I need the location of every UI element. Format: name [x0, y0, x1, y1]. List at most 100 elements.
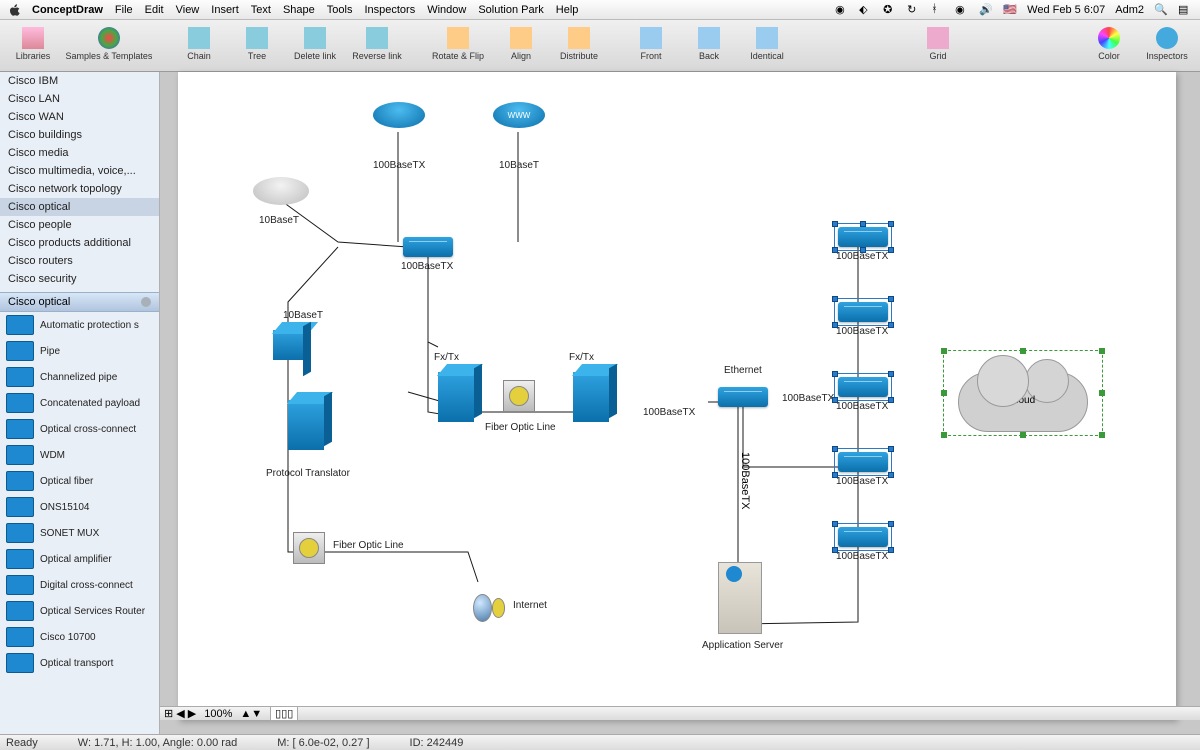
switch-stack-1[interactable]: 100BaseTX — [838, 227, 888, 247]
cat-row[interactable]: Cisco people — [0, 216, 159, 234]
menu-view[interactable]: View — [176, 4, 200, 16]
server-shape[interactable]: Application Server — [718, 562, 762, 634]
fx-box-1[interactable]: Fx/Tx — [438, 372, 474, 422]
fiber-junction-2[interactable]: Fiber Optic Line — [293, 532, 325, 564]
stencil-panel-header[interactable]: Cisco optical — [0, 292, 159, 312]
tb-reverse-link[interactable]: Reverse link — [346, 23, 408, 69]
cat-row[interactable]: Cisco multimedia, voice,... — [0, 162, 159, 180]
cat-row[interactable]: Cisco routers — [0, 252, 159, 270]
switch-eth-shape[interactable]: Ethernet100BaseTX100BaseTX — [718, 387, 768, 407]
scroll-controls[interactable]: ⊞ ◀ ▶ — [164, 707, 196, 720]
evernote-icon[interactable]: ✪ — [883, 3, 897, 17]
router-www-shape[interactable]: WWW10BaseT — [493, 102, 545, 128]
stencil-item[interactable]: WDM — [0, 442, 159, 468]
cat-row[interactable]: Cisco media — [0, 144, 159, 162]
bluetooth-icon[interactable]: ᚼ — [931, 3, 945, 17]
flag-icon[interactable]: 🇺🇸 — [1003, 3, 1017, 17]
stencil-icon — [6, 315, 34, 335]
tb-color[interactable]: Color — [1082, 23, 1136, 69]
app-name[interactable]: ConceptDraw — [32, 4, 103, 16]
menu-window[interactable]: Window — [427, 4, 466, 16]
cat-row[interactable]: Cisco WAN — [0, 108, 159, 126]
tb-grid[interactable]: Grid — [911, 23, 965, 69]
stencil-item[interactable]: Optical transport — [0, 650, 159, 676]
close-panel-icon[interactable] — [141, 297, 151, 307]
tb-distribute[interactable]: Distribute — [552, 23, 606, 69]
menu-text[interactable]: Text — [251, 4, 271, 16]
timemachine-icon[interactable]: ↻ — [907, 3, 921, 17]
tb-rotate-flip[interactable]: Rotate & Flip — [426, 23, 490, 69]
user-menu[interactable]: Adm2 — [1115, 4, 1144, 16]
stencil-item[interactable]: Concatenated payload — [0, 390, 159, 416]
tb-chain[interactable]: Chain — [172, 23, 226, 69]
cat-row[interactable]: Cisco buildings — [0, 126, 159, 144]
tb-delete-link[interactable]: Delete link — [288, 23, 342, 69]
cat-row[interactable]: Cisco LAN — [0, 90, 159, 108]
stencil-icon — [6, 549, 34, 569]
stencil-item[interactable]: ONS15104 — [0, 494, 159, 520]
cat-row[interactable]: Cisco products additional — [0, 234, 159, 252]
switch-stack-5[interactable]: 100BaseTX — [838, 527, 888, 547]
fx-box-2[interactable]: Fx/Tx — [573, 372, 609, 422]
menu-help[interactable]: Help — [556, 4, 579, 16]
fiber-junction-1[interactable]: Fiber Optic Line — [503, 380, 535, 412]
stencil-item[interactable]: Optical fiber — [0, 468, 159, 494]
spotlight-icon[interactable]: 🔍 — [1154, 3, 1168, 17]
stencil-list[interactable]: Automatic protection s Pipe Channelized … — [0, 312, 159, 734]
router-shape[interactable]: 100BaseTX — [373, 102, 425, 128]
drawing-page[interactable]: 100BaseTX WWW10BaseT 10BaseT 100BaseTX 1… — [178, 72, 1176, 720]
magnifier-shape[interactable]: 10BaseT — [273, 330, 303, 360]
tb-back[interactable]: Back — [682, 23, 736, 69]
stencil-item[interactable]: Pipe — [0, 338, 159, 364]
protocol-translator-shape[interactable]: Protocol Translator — [288, 400, 324, 450]
stencil-item[interactable]: SONET MUX — [0, 520, 159, 546]
menu-shape[interactable]: Shape — [283, 4, 315, 16]
stencil-item[interactable]: Automatic protection s — [0, 312, 159, 338]
dropbox-icon[interactable]: ⬖ — [859, 3, 873, 17]
cat-row[interactable]: Cisco optical — [0, 198, 159, 216]
apple-menu-icon[interactable] — [8, 3, 22, 17]
stencil-item[interactable]: Digital cross-connect — [0, 572, 159, 598]
menu-file[interactable]: File — [115, 4, 133, 16]
stencil-item[interactable]: Optical cross-connect — [0, 416, 159, 442]
stencil-item[interactable]: Channelized pipe — [0, 364, 159, 390]
page-tabs[interactable]: ▯▯▯ — [270, 706, 298, 721]
volume-icon[interactable]: 🔊 — [979, 3, 993, 17]
clock[interactable]: Wed Feb 5 6:07 — [1027, 4, 1105, 16]
menu-edit[interactable]: Edit — [145, 4, 164, 16]
stencil-icon — [6, 523, 34, 543]
menu-inspectors[interactable]: Inspectors — [364, 4, 415, 16]
zoom-stepper[interactable]: ▲▼ — [240, 708, 262, 720]
router-grey-shape[interactable]: 10BaseT — [253, 177, 309, 205]
notification-icon[interactable]: ▤ — [1178, 3, 1192, 17]
tb-front[interactable]: Front — [624, 23, 678, 69]
stencil-item[interactable]: Cisco 10700 — [0, 624, 159, 650]
globe-shape[interactable]: Internet — [473, 592, 505, 624]
switch-main-shape[interactable]: 100BaseTX — [403, 237, 453, 257]
cat-row[interactable]: Cisco network topology — [0, 180, 159, 198]
stencil-item[interactable]: Optical amplifier — [0, 546, 159, 572]
tb-identical[interactable]: Identical — [740, 23, 794, 69]
tb-samples-templates[interactable]: Samples & Templates — [64, 23, 154, 69]
tb-tree[interactable]: Tree — [230, 23, 284, 69]
cat-row[interactable]: Cisco IBM — [0, 72, 159, 90]
switch-stack-2[interactable]: 100BaseTX — [838, 302, 888, 322]
menu-solution-park[interactable]: Solution Park — [478, 4, 543, 16]
toolbar: Libraries Samples & Templates Chain Tree… — [0, 20, 1200, 72]
cloud-shape[interactable]: Cloud — [958, 372, 1088, 432]
stencil-item[interactable]: Optical Services Router — [0, 598, 159, 624]
stencil-icon — [6, 653, 34, 673]
menu-insert[interactable]: Insert — [211, 4, 239, 16]
menu-tools[interactable]: Tools — [327, 4, 353, 16]
tb-align[interactable]: Align — [494, 23, 548, 69]
library-category-list[interactable]: Cisco IBM Cisco LAN Cisco WAN Cisco buil… — [0, 72, 159, 292]
zoom-level[interactable]: 100% — [204, 708, 232, 720]
cat-row[interactable]: Cisco security — [0, 270, 159, 288]
tb-libraries[interactable]: Libraries — [6, 23, 60, 69]
sync-icon[interactable]: ◉ — [835, 3, 849, 17]
switch-stack-4[interactable]: 100BaseTX — [838, 452, 888, 472]
tb-inspectors[interactable]: Inspectors — [1140, 23, 1194, 69]
switch-stack-3[interactable]: 100BaseTX — [838, 377, 888, 397]
canvas-viewport[interactable]: 100BaseTX WWW10BaseT 10BaseT 100BaseTX 1… — [160, 72, 1200, 734]
wifi-icon[interactable]: ◉ — [955, 3, 969, 17]
